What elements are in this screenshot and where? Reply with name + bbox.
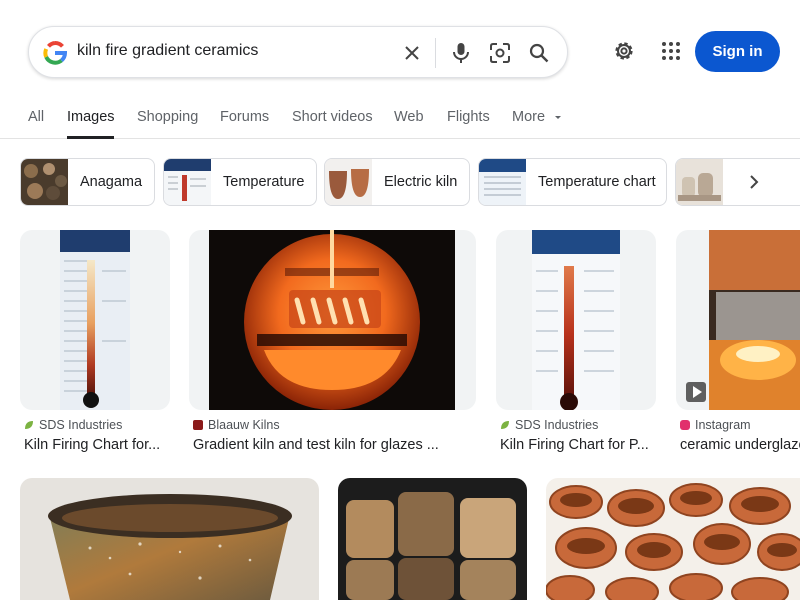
result-source-label-4: Instagram xyxy=(695,418,751,432)
caret-down-icon xyxy=(555,116,562,120)
apps-grid-icon[interactable] xyxy=(658,38,684,64)
chip-anagama[interactable]: Anagama xyxy=(20,158,155,206)
result-image-glazed-bowl[interactable] xyxy=(20,478,319,600)
result-title-4[interactable]: ceramic underglaze xyxy=(680,437,800,453)
result-image-gradient-kiln xyxy=(189,230,476,410)
result-source-4: Instagram xyxy=(680,418,751,432)
chip-temperature-chart-label: Temperature chart xyxy=(538,174,656,190)
chip-anagama-thumbnail xyxy=(21,159,68,205)
result-image-wood-fired-cups[interactable] xyxy=(338,478,527,600)
chip-pottery-thumbnail xyxy=(676,159,723,205)
blaauw-favicon-icon xyxy=(193,420,203,430)
chip-temperature[interactable]: Temperature xyxy=(163,158,317,206)
instagram-favicon-icon xyxy=(680,420,690,430)
result-title-2[interactable]: Gradient kiln and test kiln for glazes .… xyxy=(193,437,476,453)
chip-temperature-chart[interactable]: Temperature chart xyxy=(478,158,667,206)
chip-anagama-label: Anagama xyxy=(80,174,143,190)
search-divider xyxy=(435,38,436,68)
result-image-terracotta-pots[interactable] xyxy=(546,478,800,600)
result-image-firing-chart-2 xyxy=(496,230,656,410)
tab-short-videos[interactable]: Short videos xyxy=(292,109,373,125)
result-card-3[interactable]: SDS Industries Kiln Firing Chart for P..… xyxy=(496,230,656,460)
tab-forums[interactable]: Forums xyxy=(220,109,269,125)
camera-lens-icon[interactable] xyxy=(487,40,513,66)
result-card-1[interactable]: SDS Industries Kiln Firing Chart for... xyxy=(20,230,170,460)
result-source-label-3: SDS Industries xyxy=(515,418,599,432)
tab-web[interactable]: Web xyxy=(394,109,424,125)
tab-images[interactable]: Images xyxy=(67,109,115,125)
tab-more-label: More xyxy=(512,109,546,125)
google-logo-icon xyxy=(43,40,68,65)
leaf-favicon-icon xyxy=(501,421,509,429)
search-input[interactable]: kiln fire gradient ceramics xyxy=(77,42,258,60)
result-card-2[interactable]: Blaauw Kilns Gradient kiln and test kiln… xyxy=(189,230,479,460)
search-box[interactable]: kiln fire gradient ceramics xyxy=(28,26,568,78)
chip-temperature-thumbnail xyxy=(164,159,211,205)
result-source-3: SDS Industries xyxy=(500,418,598,432)
leaf-favicon-icon xyxy=(25,421,33,429)
chip-electric-kiln-thumbnail xyxy=(325,159,372,205)
search-tabs: All Images Shopping Forums Short videos … xyxy=(0,105,800,139)
tab-shopping[interactable]: Shopping xyxy=(137,109,198,125)
microphone-icon[interactable] xyxy=(448,40,474,66)
tab-more[interactable]: More xyxy=(512,109,563,125)
result-source-label-2: Blaauw Kilns xyxy=(208,418,280,432)
result-source-2: Blaauw Kilns xyxy=(193,418,280,432)
sign-in-button[interactable]: Sign in xyxy=(695,31,780,72)
result-source-1: SDS Industries xyxy=(24,418,122,432)
active-tab-indicator xyxy=(67,136,114,139)
chip-electric-kiln-label: Electric kiln xyxy=(384,174,458,190)
result-title-1[interactable]: Kiln Firing Chart for... xyxy=(24,437,170,453)
close-icon[interactable] xyxy=(399,40,425,66)
result-title-3[interactable]: Kiln Firing Chart for P... xyxy=(500,437,656,453)
chip-electric-kiln[interactable]: Electric kiln xyxy=(324,158,470,206)
search-icon[interactable] xyxy=(526,40,552,66)
gear-icon[interactable] xyxy=(611,38,637,64)
result-card-4[interactable]: Instagram ceramic underglaze xyxy=(676,230,800,460)
result-source-label-1: SDS Industries xyxy=(39,418,123,432)
chip-temperature-label: Temperature xyxy=(223,174,305,190)
tab-all[interactable]: All xyxy=(28,109,44,125)
chip-temperature-chart-thumbnail xyxy=(479,159,526,205)
result-image-instagram-kiln xyxy=(676,230,800,410)
tab-flights[interactable]: Flights xyxy=(447,109,490,125)
chevron-right-icon[interactable] xyxy=(736,168,772,196)
result-image-firing-chart xyxy=(20,230,170,410)
